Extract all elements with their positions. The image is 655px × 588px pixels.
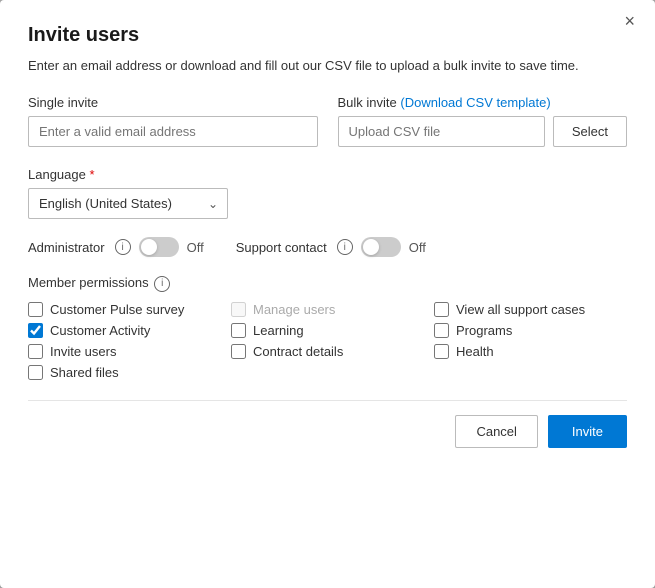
invite-users-modal: × Invite users Enter an email address or… — [0, 0, 655, 588]
permissions-section: Member permissions i Customer Pulse surv… — [28, 275, 627, 380]
support-contact-toggle-label: Off — [409, 240, 426, 255]
permission-contract-details: Contract details — [231, 344, 424, 359]
invite-row: Single invite Bulk invite (Download CSV … — [28, 95, 627, 147]
download-csv-link[interactable]: (Download CSV template) — [400, 95, 550, 110]
permissions-title: Member permissions i — [28, 275, 627, 292]
support-contact-toggle-track[interactable] — [361, 237, 401, 257]
administrator-label: Administrator — [28, 240, 105, 255]
permission-customer-activity: Customer Activity — [28, 323, 221, 338]
administrator-toggle-track[interactable] — [139, 237, 179, 257]
language-dropdown-wrap: English (United States) French German Sp… — [28, 188, 228, 219]
permission-learning: Learning — [231, 323, 424, 338]
permission-customer-pulse-survey: Customer Pulse survey — [28, 302, 221, 317]
modal-footer: Cancel Invite — [28, 400, 627, 448]
label-shared-files: Shared files — [50, 365, 119, 380]
permission-programs: Programs — [434, 323, 627, 338]
bulk-invite-input[interactable] — [338, 116, 545, 147]
checkbox-customer-activity[interactable] — [28, 323, 43, 338]
permission-health: Health — [434, 344, 627, 359]
administrator-toggle-label: Off — [187, 240, 204, 255]
modal-description: Enter an email address or download and f… — [28, 57, 627, 75]
modal-title: Invite users — [28, 24, 627, 47]
label-contract-details: Contract details — [253, 344, 343, 359]
label-programs: Programs — [456, 323, 512, 338]
single-invite-label: Single invite — [28, 95, 318, 110]
administrator-toggle[interactable] — [139, 237, 179, 257]
close-button[interactable]: × — [618, 10, 641, 32]
support-contact-toggle-group: Support contact i Off — [236, 237, 426, 257]
permission-invite-users: Invite users — [28, 344, 221, 359]
label-invite-users: Invite users — [50, 344, 116, 359]
bulk-invite-label: Bulk invite (Download CSV template) — [338, 95, 628, 110]
support-contact-info-icon[interactable]: i — [337, 239, 353, 255]
label-health: Health — [456, 344, 494, 359]
permission-manage-users: Manage users — [231, 302, 424, 317]
language-label: Language * — [28, 167, 627, 182]
bulk-invite-col: Bulk invite (Download CSV template) Sele… — [338, 95, 628, 147]
cancel-button[interactable]: Cancel — [455, 415, 537, 448]
permission-shared-files: Shared files — [28, 365, 221, 380]
permissions-grid: Customer Pulse survey Manage users View … — [28, 302, 627, 380]
label-learning: Learning — [253, 323, 304, 338]
administrator-toggle-group: Administrator i Off — [28, 237, 204, 257]
invite-button[interactable]: Invite — [548, 415, 627, 448]
checkbox-invite-users[interactable] — [28, 344, 43, 359]
modal-overlay: × Invite users Enter an email address or… — [0, 0, 655, 588]
permission-view-all-support-cases: View all support cases — [434, 302, 627, 317]
checkbox-learning[interactable] — [231, 323, 246, 338]
language-select[interactable]: English (United States) French German Sp… — [28, 188, 228, 219]
required-star: * — [86, 167, 95, 182]
checkbox-health[interactable] — [434, 344, 449, 359]
administrator-toggle-thumb — [141, 239, 157, 255]
support-contact-toggle[interactable] — [361, 237, 401, 257]
select-button[interactable]: Select — [553, 116, 627, 147]
checkbox-manage-users — [231, 302, 246, 317]
label-customer-pulse-survey: Customer Pulse survey — [50, 302, 184, 317]
support-contact-toggle-thumb — [363, 239, 379, 255]
administrator-info-icon[interactable]: i — [115, 239, 131, 255]
support-contact-label: Support contact — [236, 240, 327, 255]
checkbox-shared-files[interactable] — [28, 365, 43, 380]
bulk-invite-row: Select — [338, 116, 628, 147]
checkbox-contract-details[interactable] — [231, 344, 246, 359]
language-section: Language * English (United States) Frenc… — [28, 167, 627, 219]
label-customer-activity: Customer Activity — [50, 323, 150, 338]
label-manage-users: Manage users — [253, 302, 335, 317]
label-view-all-support-cases: View all support cases — [456, 302, 585, 317]
checkbox-customer-pulse-survey[interactable] — [28, 302, 43, 317]
single-invite-col: Single invite — [28, 95, 318, 147]
single-invite-input[interactable] — [28, 116, 318, 147]
permissions-info-icon[interactable]: i — [154, 276, 170, 292]
checkbox-view-all-support-cases[interactable] — [434, 302, 449, 317]
checkbox-programs[interactable] — [434, 323, 449, 338]
toggles-row: Administrator i Off Support contact i O — [28, 237, 627, 257]
